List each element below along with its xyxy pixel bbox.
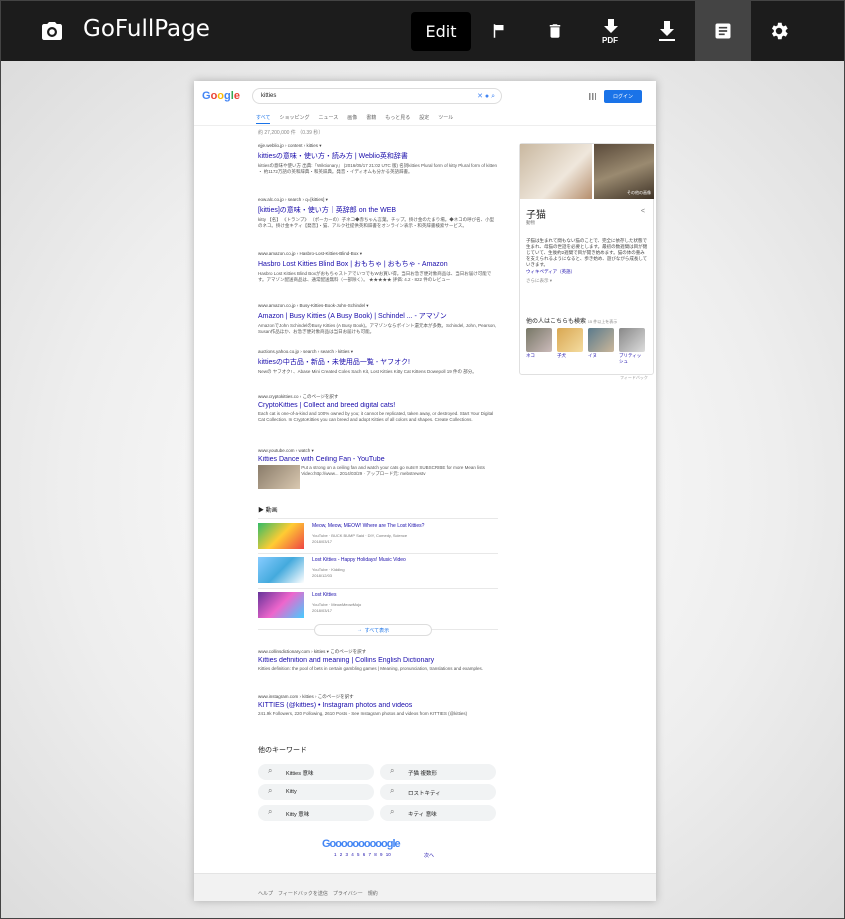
tab-images: 画像 bbox=[347, 115, 358, 121]
related-heading: 他のキーワード bbox=[258, 747, 307, 754]
screenshot-preview[interactable]: Google kitties ✕ ● ⌕ ログイン すべて ショッピング ニュー… bbox=[194, 81, 656, 901]
video-thumbnail bbox=[258, 592, 304, 618]
download-pdf-icon: PDF bbox=[602, 19, 618, 44]
search-result: www.instagram.com › kitties › このページを訳す K… bbox=[258, 694, 468, 716]
tab-news: ニュース bbox=[318, 115, 339, 121]
share-icon: < bbox=[640, 208, 645, 215]
more-videos-button: → すべて表示 bbox=[314, 624, 432, 636]
google-search-input: kitties ✕ ● ⌕ bbox=[252, 88, 502, 104]
result-stats: 約 27,200,000 件 （0.39 秒） bbox=[258, 130, 324, 136]
tab-tools: ツール bbox=[438, 115, 454, 121]
download-image-button[interactable] bbox=[639, 1, 695, 61]
related-chip: ロストキティ bbox=[380, 784, 496, 800]
divider bbox=[194, 125, 656, 126]
kp-subtitle: 動物 bbox=[526, 220, 535, 225]
kp-title: 子猫 bbox=[526, 210, 546, 221]
flag-icon bbox=[493, 24, 504, 38]
tab-books: 書籍 bbox=[366, 115, 377, 121]
search-result: www.youtube.com › watch ▾ Kitties Dance … bbox=[258, 448, 498, 489]
edit-button[interactable]: Edit bbox=[411, 12, 471, 51]
toolbar: GoFullPage Edit PDF bbox=[1, 1, 844, 61]
related-animal: イヌ bbox=[588, 328, 614, 365]
tab-all: すべて bbox=[256, 114, 271, 124]
related-animals: ネコ 子犬 イヌ ブリティッシュ bbox=[526, 328, 645, 365]
videos-heading: ▶ 動画 bbox=[258, 508, 278, 514]
related-chip: Kitties 意味 bbox=[258, 764, 374, 780]
related-chip: 子猫 複数形 bbox=[380, 764, 496, 780]
also-search-heading: 他の人はこちらも検索 15 件以上を表示 bbox=[526, 319, 618, 325]
kitten-image bbox=[520, 144, 592, 199]
search-result: www.amazon.co.jp › Busy-Kitties-Book-Joh… bbox=[258, 303, 497, 334]
search-result: ejje.weblio.jp › content › kitties ▾ kit… bbox=[258, 143, 498, 174]
google-logo: Google bbox=[202, 90, 240, 102]
app-title: GoFullPage bbox=[83, 16, 210, 42]
notes-button[interactable] bbox=[695, 1, 751, 61]
delete-button[interactable] bbox=[527, 1, 583, 61]
kp-description: 子猫は生まれて間もない猫のことで、完全に依存した状態で生まれ、母猫の世話を必要と… bbox=[526, 238, 648, 283]
divider bbox=[258, 518, 498, 519]
search-result: www.collinsdictionary.com › kitties ▾ この… bbox=[258, 649, 484, 671]
related-chip: Kitty 意味 bbox=[258, 805, 374, 821]
document-icon bbox=[715, 23, 731, 39]
tab-settings: 設定 bbox=[419, 115, 430, 121]
video-thumbnail bbox=[258, 557, 304, 583]
search-result: auctions.yahoo.co.jp › search › search ›… bbox=[258, 349, 477, 374]
search-result: www.amazon.co.jp › Hasbro-Lost-Kitties-B… bbox=[258, 251, 492, 282]
page-numbers: 1 2 3 4 5 6 7 8 9 10 bbox=[334, 852, 391, 857]
download-pdf-button[interactable]: PDF bbox=[583, 1, 639, 61]
divider bbox=[258, 553, 498, 554]
related-chip: Kitty bbox=[258, 784, 374, 800]
knowledge-panel: その他の画像 子猫 < 動物 子猫は生まれて間もない猫のことで、完全に依存した状… bbox=[519, 143, 654, 375]
google-footer: ヘルプ フィードバックを送信 プライバシー 規約 bbox=[194, 873, 656, 901]
related-animal: ブリティッシュ bbox=[619, 328, 645, 365]
flag-button[interactable] bbox=[471, 1, 527, 61]
gear-icon bbox=[771, 22, 788, 40]
video-thumbnail bbox=[258, 523, 304, 549]
video-thumbnail bbox=[258, 465, 300, 489]
feedback-link: フィードバック bbox=[620, 375, 648, 380]
video-item: Meow, Meow, MEOW! Where are The Lost Kit… bbox=[258, 523, 498, 555]
video-item: Lost Kitties - Happy Holidays! Music Vid… bbox=[258, 557, 498, 589]
search-result: eow.alc.co.jp › search › q=[kitties] ▾ [… bbox=[258, 197, 495, 228]
kitten-image: その他の画像 bbox=[594, 144, 654, 199]
camera-icon bbox=[42, 22, 62, 40]
trash-icon bbox=[549, 24, 561, 38]
preview-canvas[interactable]: Google kitties ✕ ● ⌕ ログイン すべて ショッピング ニュー… bbox=[1, 61, 844, 918]
pagination-logo: Goooooooooogle bbox=[322, 838, 401, 850]
next-page-link: 次へ bbox=[424, 853, 435, 859]
settings-button[interactable] bbox=[751, 1, 807, 61]
related-animal: 子犬 bbox=[557, 328, 583, 365]
download-icon bbox=[659, 21, 675, 41]
search-icons: ✕ ● ⌕ bbox=[477, 93, 495, 100]
svg-text:PDF: PDF bbox=[602, 36, 618, 44]
tab-more: もっと見る bbox=[385, 115, 411, 121]
login-button: ログイン bbox=[604, 90, 642, 103]
related-chip: キティ 意味 bbox=[380, 805, 496, 821]
apps-grid-icon bbox=[589, 93, 596, 100]
search-result: www.cryptokitties.co › このページを訳す CryptoKi… bbox=[258, 394, 494, 422]
video-item: Lost Kitties YouTube · MeowMeowMojo 2018/… bbox=[258, 592, 498, 624]
tab-shopping: ショッピング bbox=[279, 115, 310, 121]
app-window: GoFullPage Edit PDF Google kitties ✕ ● ⌕… bbox=[0, 0, 845, 919]
related-animal: ネコ bbox=[526, 328, 552, 365]
google-tabs: すべて ショッピング ニュース 画像 書籍 もっと見る 設定 ツール bbox=[256, 114, 453, 124]
divider bbox=[258, 588, 498, 589]
